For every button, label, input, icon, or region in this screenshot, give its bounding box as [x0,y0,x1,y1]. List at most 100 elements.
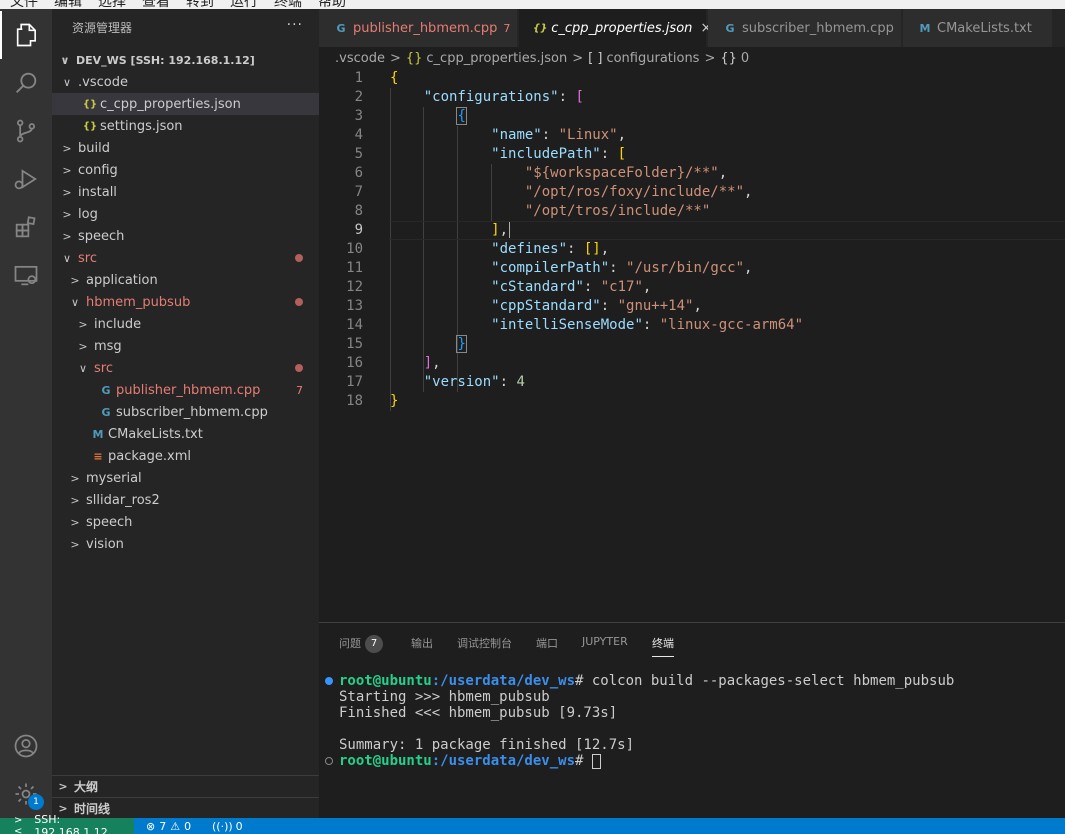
editor-tab[interactable]: Gsubscriber_hbmem.cpp [708,9,902,47]
json-file-icon: {} [82,98,98,110]
panel-tab[interactable]: 输出 [411,635,433,651]
tree-item[interactable]: > config [52,159,319,181]
tree-item[interactable]: M CMakeLists.txt [52,423,319,445]
menu-item[interactable]: 终端 [274,0,302,9]
array-icon: [ ] [588,50,603,66]
panel-tab[interactable]: 问题 7 [339,635,383,653]
ports-status[interactable]: ((·)) 0 [212,818,243,834]
breadcrumb-item[interactable]: [ ] configurations [588,51,699,66]
menu-item[interactable]: 选择 [98,0,126,9]
chevron-right-icon: > [62,229,72,243]
terminal-user: root@ubuntu [339,673,432,689]
chevron-right-icon: > [70,273,80,287]
line-number: 4 [354,127,363,143]
tree-item[interactable]: ∨ .vscode [52,71,319,93]
code-token: "/usr/bin/gcc" [626,260,745,276]
remote-indicator[interactable]: >< SSH: 192.168.1.12 [0,813,134,834]
broadcast-icon: ((·)) [212,819,233,833]
tree-item[interactable]: > log [52,203,319,225]
menu-item[interactable]: 运行 [230,0,258,9]
tree-item-label: msg [94,338,122,354]
tree-item[interactable]: ∨ src [52,357,319,379]
rss-file-icon: ≡ [93,449,103,463]
run-debug-icon[interactable] [0,155,52,203]
panel-tab-label: 输出 [411,637,433,650]
tree-item[interactable]: ≡ package.xml [52,445,319,467]
code-token: , [432,355,441,371]
tree-item[interactable]: > msg [52,335,319,357]
menu-item[interactable]: 转到 [186,0,214,9]
panel-tab[interactable]: JUPYTER [582,635,628,648]
code-editor[interactable]: 1{2 "configurations": [3 {4 "name": "Lin… [319,69,1065,622]
menu-item[interactable]: 文件 [10,0,38,9]
tree-item[interactable]: > myserial [52,467,319,489]
tree-item[interactable]: > build [52,137,319,159]
tree-item[interactable]: > speech [52,511,319,533]
line-number: 1 [354,70,363,86]
code-token: { [456,107,467,125]
panel-tab-label: 调试控制台 [457,637,512,650]
tree-item[interactable]: ∨ src [52,247,319,269]
tree-item[interactable]: > speech [52,225,319,247]
more-actions-icon[interactable]: ··· [287,17,303,33]
problems-status[interactable]: ⊗ 7 ⚠ 0 [146,818,191,834]
menu-item[interactable]: 查看 [142,0,170,9]
workspace-header[interactable]: ∨ DEV_WS [SSH: 192.168.1.12] [52,49,319,71]
chevron-right-icon: > [58,780,68,793]
breadcrumb-item[interactable]: .vscode [335,51,385,66]
panel-tab[interactable]: 调试控制台 [457,635,512,651]
tree-item[interactable]: {} settings.json [52,115,319,137]
problems-badge: 7 [365,635,383,653]
tree-item-label: speech [86,514,133,530]
menu-item[interactable]: 帮助 [318,0,346,9]
line-number: 14 [346,317,363,333]
tree-item[interactable]: > include [52,313,319,335]
tree-item[interactable]: ∨ hbmem_pubsub [52,291,319,313]
code-token: [ [575,89,584,105]
modified-dot [295,298,303,306]
terminal-text: Starting >>> hbmem_pubsub [339,689,550,705]
remote-explorer-icon[interactable] [0,251,52,299]
breadcrumb-item[interactable]: {} 0 [720,51,749,66]
tree-item[interactable]: Gpublisher_hbmem.cpp 7 [52,379,319,401]
tree-item[interactable]: Gsubscriber_hbmem.cpp [52,401,319,423]
code-text: "intelliSenseMode": "linux-gcc-arm64" [390,316,803,335]
panel-tab[interactable]: 终端 [652,635,674,657]
tree-item[interactable]: > vision [52,533,319,555]
tree-item[interactable]: {} c_cpp_properties.json [52,93,319,115]
sidebar-title: 资源管理器 [72,21,133,35]
code-token: , [744,184,753,200]
code-line: 18} [319,392,1065,411]
tree-item[interactable]: > application [52,269,319,291]
panel-tab[interactable]: 端口 [536,635,558,651]
tab-label: CMakeLists.txt [937,20,1032,36]
line-number: 2 [354,89,363,105]
menu-item[interactable]: 编辑 [54,0,82,9]
editor-tab[interactable]: M CMakeLists.txt [903,9,1053,47]
code-line: 16 ], [319,354,1065,373]
editor-tab[interactable]: Gpublisher_hbmem.cpp 7 [319,9,518,47]
code-line: 7 "/opt/ros/foxy/include/**", [319,183,1065,202]
code-token: "linux-gcc-arm64" [659,317,804,333]
warning-icon: ⚠ [170,819,181,833]
source-control-icon[interactable] [0,107,52,155]
breadcrumb-item[interactable]: {} c_cpp_properties.json [406,51,567,66]
search-icon[interactable] [0,59,52,107]
editor-tab[interactable]: {} c_cpp_properties.json × [519,9,712,47]
extensions-icon[interactable] [0,203,52,251]
tree-item[interactable]: > sllidar_ros2 [52,489,319,511]
tab-problem-count: 7 [503,21,511,35]
chevron-right-icon: > [70,493,80,507]
terminal-line: root@ubuntu:/userdata/dev_ws# colcon bui… [339,673,954,689]
outline-section[interactable]: > 大纲 [52,775,319,797]
gear-icon[interactable]: 1 [0,770,52,818]
files-icon[interactable] [0,11,52,59]
cpp-file-icon: G [725,21,735,35]
account-icon[interactable] [0,722,52,770]
tree-item[interactable]: > install [52,181,319,203]
cpp-file-icon: G [101,405,111,419]
